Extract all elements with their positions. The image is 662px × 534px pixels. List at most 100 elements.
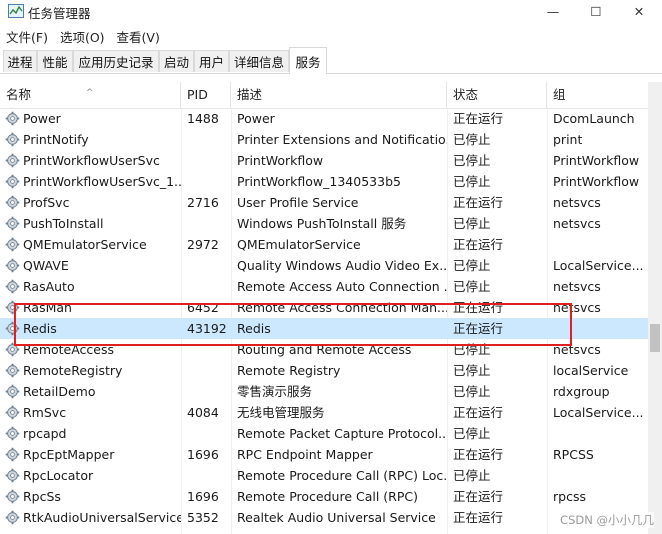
service-row[interactable]: PrintNotify Printer Extensions and Notif… (0, 129, 648, 150)
service-pid: 1696 (187, 447, 219, 462)
service-description: Power (237, 111, 275, 126)
service-pid (181, 381, 231, 402)
maximize-icon: ☐ (590, 3, 602, 19)
service-row[interactable]: RetailDemo 零售演示服务 已停止 rdxgroup (0, 381, 648, 402)
service-row[interactable]: QMEmulatorService 2972 QMEmulatorService… (0, 234, 648, 255)
service-name: QMEmulatorService (23, 237, 147, 252)
service-description: Realtek Audio Universal Service (237, 510, 436, 525)
service-name: PushToInstall (23, 216, 104, 231)
service-row[interactable]: rpcapd Remote Packet Capture Protocol...… (0, 423, 648, 444)
header-group[interactable]: 组 (547, 82, 648, 108)
column-header: 名称 ^ PID 描述 状态 组 (0, 82, 648, 109)
service-row[interactable]: RasAuto Remote Access Auto Connection ..… (0, 276, 648, 297)
minimize-button[interactable]: — (530, 0, 576, 22)
service-pid: 1696 (187, 489, 219, 504)
service-description: PrintWorkflow_1340533b5 (237, 174, 401, 189)
maximize-button[interactable]: ☐ (573, 0, 619, 22)
service-row[interactable]: RpcLocator Remote Procedure Call (RPC) L… (0, 465, 648, 486)
service-name: Power (23, 111, 61, 126)
menu-view[interactable]: 查看(V) (111, 25, 166, 45)
scrollbar-thumb[interactable] (650, 324, 660, 352)
service-pid (181, 255, 231, 276)
vertical-scrollbar[interactable] (648, 82, 662, 534)
service-name: RtkAudioUniversalService (23, 510, 181, 525)
service-status: 正在运行 (453, 510, 504, 525)
service-row[interactable]: RmSvc 4084 无线电管理服务 正在运行 LocalService... (0, 402, 648, 423)
tab-startup[interactable]: 启动 (159, 50, 194, 72)
service-pid (181, 171, 231, 192)
service-row[interactable]: RpcSs 1696 Remote Procedure Call (RPC) 正… (0, 486, 648, 507)
header-description[interactable]: 描述 (231, 82, 447, 108)
title-bar[interactable]: 任务管理器 — ☐ ✕ (0, 0, 662, 24)
service-pid: 4084 (187, 405, 219, 420)
service-pid (181, 150, 231, 171)
window-title: 任务管理器 (28, 6, 91, 21)
service-description: 零售演示服务 (237, 384, 313, 399)
sort-ascending-icon: ^ (86, 88, 94, 98)
service-group: LocalService... (553, 258, 644, 273)
header-name[interactable]: 名称 ^ (0, 82, 181, 108)
service-name: PrintNotify (23, 132, 89, 147)
service-row[interactable]: RemoteRegistry Remote Registry 已停止 local… (0, 360, 648, 381)
service-description: QMEmulatorService (237, 237, 361, 252)
close-icon: ✕ (633, 3, 645, 19)
service-status: 已停止 (453, 216, 491, 231)
tab-performance[interactable]: 性能 (37, 50, 73, 72)
tab-users[interactable]: 用户 (194, 50, 229, 72)
menu-bar: 文件(F) 选项(O) 查看(V) (0, 25, 166, 45)
tab-details[interactable]: 详细信息 (229, 50, 289, 72)
service-description: Remote Procedure Call (RPC) Loc... (237, 468, 447, 483)
service-status: 已停止 (453, 468, 491, 483)
service-name: RpcLocator (23, 468, 94, 483)
close-button[interactable]: ✕ (616, 0, 662, 22)
service-name: RasAuto (23, 279, 75, 294)
service-status: 正在运行 (453, 405, 504, 420)
service-description: Remote Packet Capture Protocol... (237, 426, 447, 441)
service-group: DcomLaunch (553, 111, 635, 126)
service-pid: 2972 (187, 237, 219, 252)
service-status: 已停止 (453, 153, 491, 168)
service-name: PrintWorkflowUserSvc_1... (23, 174, 181, 189)
service-description: Printer Extensions and Notificatio... (237, 132, 447, 147)
service-pid (181, 465, 231, 486)
tab-app-history[interactable]: 应用历史记录 (73, 50, 159, 72)
service-group (547, 465, 648, 486)
service-status: 已停止 (453, 384, 491, 399)
task-manager-icon (8, 4, 24, 18)
service-row[interactable]: PrintWorkflowUserSvc_1... PrintWorkflow_… (0, 171, 648, 192)
service-row[interactable]: RtkAudioUniversalService 5352 Realtek Au… (0, 507, 648, 528)
service-description: PrintWorkflow (237, 153, 324, 168)
service-status: 正在运行 (453, 195, 504, 210)
menu-options[interactable]: 选项(O) (54, 25, 111, 45)
service-row[interactable]: RpcEptMapper 1696 RPC Endpoint Mapper 正在… (0, 444, 648, 465)
service-row[interactable]: PrintWorkflowUserSvc PrintWorkflow 已停止 P… (0, 150, 648, 171)
service-status: 正在运行 (453, 489, 504, 504)
service-description: Remote Access Auto Connection ... (237, 279, 447, 294)
service-description: Quality Windows Audio Video Ex... (237, 258, 447, 273)
header-pid[interactable]: PID (181, 82, 231, 108)
service-row[interactable]: Power 1488 Power 正在运行 DcomLaunch (0, 108, 648, 129)
service-row[interactable]: PushToInstall Windows PushToInstall 服务 已… (0, 213, 648, 234)
service-name: RemoteRegistry (23, 363, 123, 378)
tab-bar: 进程 性能 应用历史记录 启动 用户 详细信息 服务 (0, 47, 662, 74)
service-status: 已停止 (453, 426, 491, 441)
service-row[interactable]: QWAVE Quality Windows Audio Video Ex... … (0, 255, 648, 276)
service-group: netsvcs (553, 195, 601, 210)
service-status: 已停止 (453, 174, 491, 189)
service-pid: 2716 (187, 195, 219, 210)
service-status: 正在运行 (453, 111, 504, 126)
tab-services[interactable]: 服务 (289, 47, 327, 74)
service-description: Remote Procedure Call (RPC) (237, 489, 418, 504)
service-status: 正在运行 (453, 447, 504, 462)
service-pid: 1488 (187, 111, 219, 126)
tab-processes[interactable]: 进程 (3, 50, 37, 72)
service-row[interactable]: ProfSvc 2716 User Profile Service 正在运行 n… (0, 192, 648, 213)
service-group: RPCSS (553, 447, 594, 462)
service-description: RPC Endpoint Mapper (237, 447, 373, 462)
service-description: User Profile Service (237, 195, 359, 210)
header-name-label: 名称 (6, 87, 32, 102)
service-pid (181, 360, 231, 381)
menu-file[interactable]: 文件(F) (0, 25, 54, 45)
service-pid (181, 213, 231, 234)
header-status[interactable]: 状态 (447, 82, 547, 108)
